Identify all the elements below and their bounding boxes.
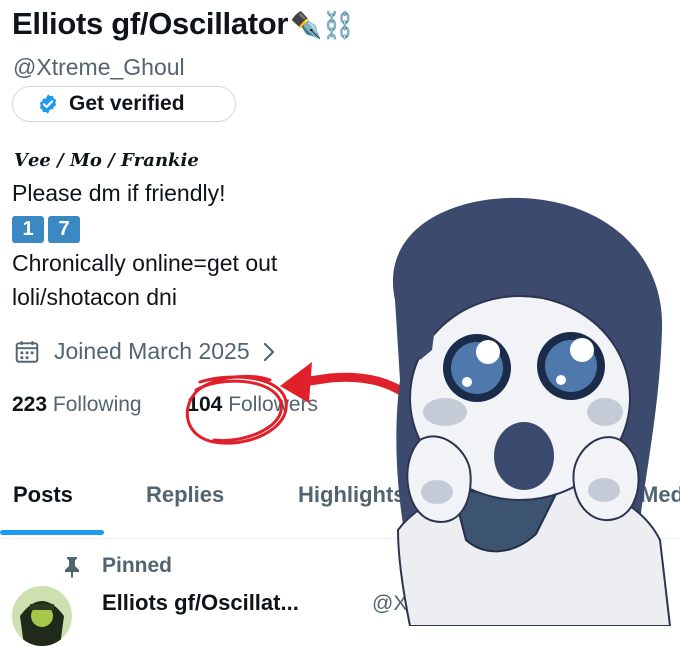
tab-highlights[interactable]: Highlights bbox=[298, 482, 406, 508]
verified-badge-icon bbox=[39, 94, 57, 114]
name-emoji: ✒️⛓️ bbox=[290, 10, 355, 40]
get-verified-label: Get verified bbox=[69, 92, 185, 115]
bio-line-2: Chronically online=get out bbox=[12, 250, 278, 276]
avatar-image bbox=[12, 586, 72, 646]
keycap-7: 7 bbox=[48, 216, 80, 243]
bio-line-3: loli/shotacon dni bbox=[12, 284, 177, 310]
tab-posts[interactable]: Posts bbox=[13, 482, 73, 508]
pin-icon bbox=[65, 557, 79, 578]
following-count: 223 bbox=[12, 393, 48, 416]
tab-media[interactable]: Media bbox=[640, 482, 680, 508]
keycap-1: 1 bbox=[12, 216, 44, 243]
post-author-avatar[interactable] bbox=[12, 586, 72, 646]
tabs-divider bbox=[0, 538, 680, 539]
active-tab-indicator bbox=[0, 530, 104, 535]
following-link[interactable]: 223 Following bbox=[12, 393, 142, 416]
joined-date-row[interactable]: Joined March 2025 bbox=[14, 338, 276, 365]
post-author-name[interactable]: Elliots gf/Oscillat... bbox=[102, 590, 299, 616]
joined-label: Joined March 2025 bbox=[54, 338, 250, 364]
followers-count: 104 bbox=[187, 393, 223, 416]
bio-line-1: Please dm if friendly! bbox=[12, 180, 226, 206]
following-label: Following bbox=[52, 393, 142, 416]
profile-tabs: Posts Replies Highlights Media bbox=[0, 476, 680, 538]
bio-signature: 𝑽𝒆𝒆 / 𝑴𝒐 / 𝑭𝒓𝒂𝒏𝒌𝒊𝒆 bbox=[14, 150, 199, 171]
character-sticker bbox=[392, 197, 672, 626]
profile-display-name: Elliots gf/Oscillator✒️⛓️ bbox=[12, 6, 355, 42]
follow-stats: 223 Following 104 Followers bbox=[12, 393, 318, 417]
chevron-right-icon bbox=[263, 342, 274, 361]
bio-keycaps: 1 7 bbox=[12, 216, 80, 243]
tab-replies[interactable]: Replies bbox=[146, 482, 224, 508]
pinned-label: Pinned bbox=[102, 554, 173, 577]
followers-link[interactable]: 104 Followers bbox=[187, 393, 318, 416]
profile-handle: @Xtreme_Ghoul bbox=[13, 54, 185, 80]
post-author-handle: @X bbox=[372, 592, 408, 615]
get-verified-button[interactable]: Get verified bbox=[12, 86, 236, 122]
calendar-icon bbox=[15, 340, 39, 363]
followers-label: Followers bbox=[228, 393, 319, 416]
display-name-text: Elliots gf/Oscillator bbox=[12, 6, 289, 41]
